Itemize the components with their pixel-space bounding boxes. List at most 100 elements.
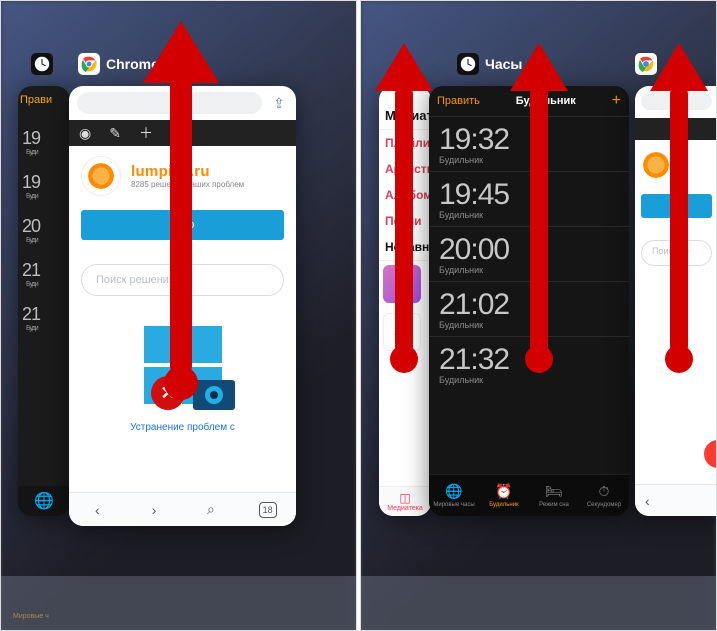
- site-dark-ribbon: [635, 118, 717, 140]
- clock-tab-label-edge: Мировые ч: [13, 613, 49, 620]
- tabs-button[interactable]: 18: [239, 502, 296, 518]
- clock-tab-bed[interactable]: 🛏 Режим сна: [529, 475, 579, 516]
- site-logo-block: lumpics.ru 8285 решений ваших проблем: [81, 156, 284, 196]
- edit-button[interactable]: Править: [437, 95, 480, 107]
- browser-url-bar[interactable]: ⇪: [69, 86, 296, 120]
- address-field[interactable]: [77, 92, 262, 114]
- alarm-time-edge: 19Буди: [18, 114, 70, 158]
- clock-tab-stopwatch[interactable]: ⏱ Секундомер: [579, 475, 629, 516]
- alarm-label: Будильник: [439, 375, 629, 385]
- library-icon: ◫: [399, 491, 410, 505]
- alarm-row[interactable]: 20:00Будильник: [429, 226, 629, 281]
- browser-url-bar[interactable]: [635, 86, 717, 118]
- chrome-app-card-edge[interactable]: h Поиск ре ‹: [635, 86, 717, 516]
- chrome-icon: [78, 53, 100, 75]
- alarm-row[interactable]: 21:02Будильник: [429, 281, 629, 336]
- music-heading: Медиатека: [379, 86, 431, 130]
- alarm-time-edge: 19Буди: [18, 158, 70, 202]
- globe-icon: 🌐: [445, 483, 462, 500]
- clock-tab-bar: 🌐 Мировые часы ⏰ Будильник 🛏 Режим сна ⏱ Секунд…: [429, 474, 629, 516]
- tab-label: Режим сна: [539, 502, 569, 508]
- alarm-label: Будильник: [439, 265, 629, 275]
- clock-edit-edge[interactable]: Прави: [18, 86, 70, 114]
- menu-button[interactable]: [641, 194, 712, 218]
- browser-bottom-bar: ‹ › ⌕ 18: [69, 492, 296, 526]
- alarm-time: 20:00: [439, 233, 629, 267]
- music-app-card-edge[interactable]: Медиатека Плейлисты Артисты Альбомы Песн…: [379, 86, 431, 516]
- chrome-icon: [635, 53, 657, 75]
- orange-slice-icon: [81, 156, 121, 196]
- alarm-row[interactable]: 21:32Будильник: [429, 336, 629, 391]
- bed-icon: 🛏: [545, 483, 563, 500]
- forward-button[interactable]: ›: [126, 502, 183, 518]
- alarm-time-edge: 21Буди: [18, 246, 70, 290]
- app-label: Chrome: [106, 56, 159, 72]
- right-panel: Медиатека Плейлисты Артисты Альбомы Песн…: [360, 0, 717, 631]
- clock-tabbar-edge: 🌐: [18, 486, 70, 516]
- screen-title: Будильник: [516, 95, 576, 107]
- album-art-icon[interactable]: [383, 313, 421, 351]
- app-switcher-title-clock: Часы: [457, 53, 522, 75]
- tab-label: Секундомер: [587, 502, 621, 508]
- dock-blur: [1, 576, 356, 630]
- app-switcher-title-chrome: Chrome: [78, 53, 159, 75]
- music-row[interactable]: Альбомы: [379, 182, 431, 208]
- album-art-icon[interactable]: [383, 265, 421, 303]
- music-tabbar-edge: ◫ Медиатека: [379, 486, 431, 516]
- clock-app-card[interactable]: Править Будильник + 19:32Будильник19:45Б…: [429, 86, 629, 516]
- clock-times-edge: 19Буди 19Буди 20Буди 21Буди 21Буди: [18, 114, 70, 334]
- brush-icon[interactable]: ✎: [109, 125, 121, 142]
- error-badge-icon: [704, 440, 717, 468]
- alarm-time: 21:02: [439, 288, 629, 322]
- clock-nav-bar: Править Будильник +: [429, 86, 629, 116]
- browser-bottom-bar: ‹: [635, 484, 717, 516]
- music-row[interactable]: Песни: [379, 208, 431, 234]
- app-label: Часы: [485, 56, 522, 72]
- alarm-label: Будильник: [439, 155, 629, 165]
- tab-label: Мировые часы: [433, 502, 474, 508]
- orange-slice-icon: [641, 150, 671, 180]
- alarm-time: 21:32: [439, 343, 629, 377]
- site-search-input[interactable]: Поиск решения...: [81, 264, 284, 296]
- site-search-input[interactable]: Поиск ре: [641, 240, 712, 266]
- alarm-row[interactable]: 19:45Будильник: [429, 171, 629, 226]
- alarm-time: 19:45: [439, 178, 629, 212]
- error-badge-icon: ✕: [151, 376, 185, 410]
- music-subheading: Недавно: [379, 234, 431, 261]
- share-icon[interactable]: ⇪: [270, 94, 288, 112]
- alarm-label: Будильник: [439, 210, 629, 220]
- search-icon[interactable]: ⌕: [183, 501, 240, 518]
- alarm-list: 19:32Будильник19:45Будильник20:00Будильн…: [429, 116, 629, 391]
- globe-icon: 🌐: [34, 491, 54, 511]
- add-alarm-button[interactable]: +: [612, 92, 621, 110]
- tab-label: Будильник: [489, 502, 518, 508]
- stopwatch-icon: ⏱: [599, 483, 610, 500]
- clock-tab-globe[interactable]: 🌐 Мировые часы: [429, 475, 479, 516]
- alarm-label: Будильник: [439, 320, 629, 330]
- article-hero-image: ✕: [69, 326, 296, 404]
- music-row[interactable]: Артисты: [379, 156, 431, 182]
- plus-icon[interactable]: ＋: [139, 123, 153, 143]
- clock-icon: [457, 53, 479, 75]
- menu-button[interactable]: ≡ ню: [81, 210, 284, 240]
- gauge-icon[interactable]: ◉: [79, 125, 91, 142]
- left-panel: Прави 19Буди 19Буди 20Буди 21Буди 21Буди…: [0, 0, 357, 631]
- site-title-edge: h: [677, 157, 686, 173]
- alarm-icon: ⏰: [495, 483, 512, 500]
- site-dark-ribbon: ◉ ✎ ＋: [69, 120, 296, 146]
- back-button[interactable]: ‹: [645, 493, 650, 509]
- music-row[interactable]: Плейлисты: [379, 130, 431, 156]
- clock-icon: [31, 53, 53, 75]
- chrome-app-card[interactable]: ⇪ ◉ ✎ ＋ lumpics.ru 8285 решений ваших пр…: [69, 86, 296, 526]
- clock-app-card-edge[interactable]: Прави 19Буди 19Буди 20Буди 21Буди 21Буди…: [18, 86, 70, 516]
- site-subtitle: 8285 решений ваших проблем: [131, 180, 244, 189]
- app-switcher-title-chrome: [635, 53, 663, 75]
- back-button[interactable]: ‹: [69, 502, 126, 518]
- alarm-time: 19:32: [439, 123, 629, 157]
- article-link[interactable]: Устранение проблем с: [69, 422, 296, 433]
- album-thumbnails: [379, 261, 431, 365]
- alarm-row[interactable]: 19:32Будильник: [429, 116, 629, 171]
- dock-blur: [361, 576, 716, 630]
- alarm-time-edge: 21Буди: [18, 290, 70, 334]
- clock-tab-alarm[interactable]: ⏰ Будильник: [479, 475, 529, 516]
